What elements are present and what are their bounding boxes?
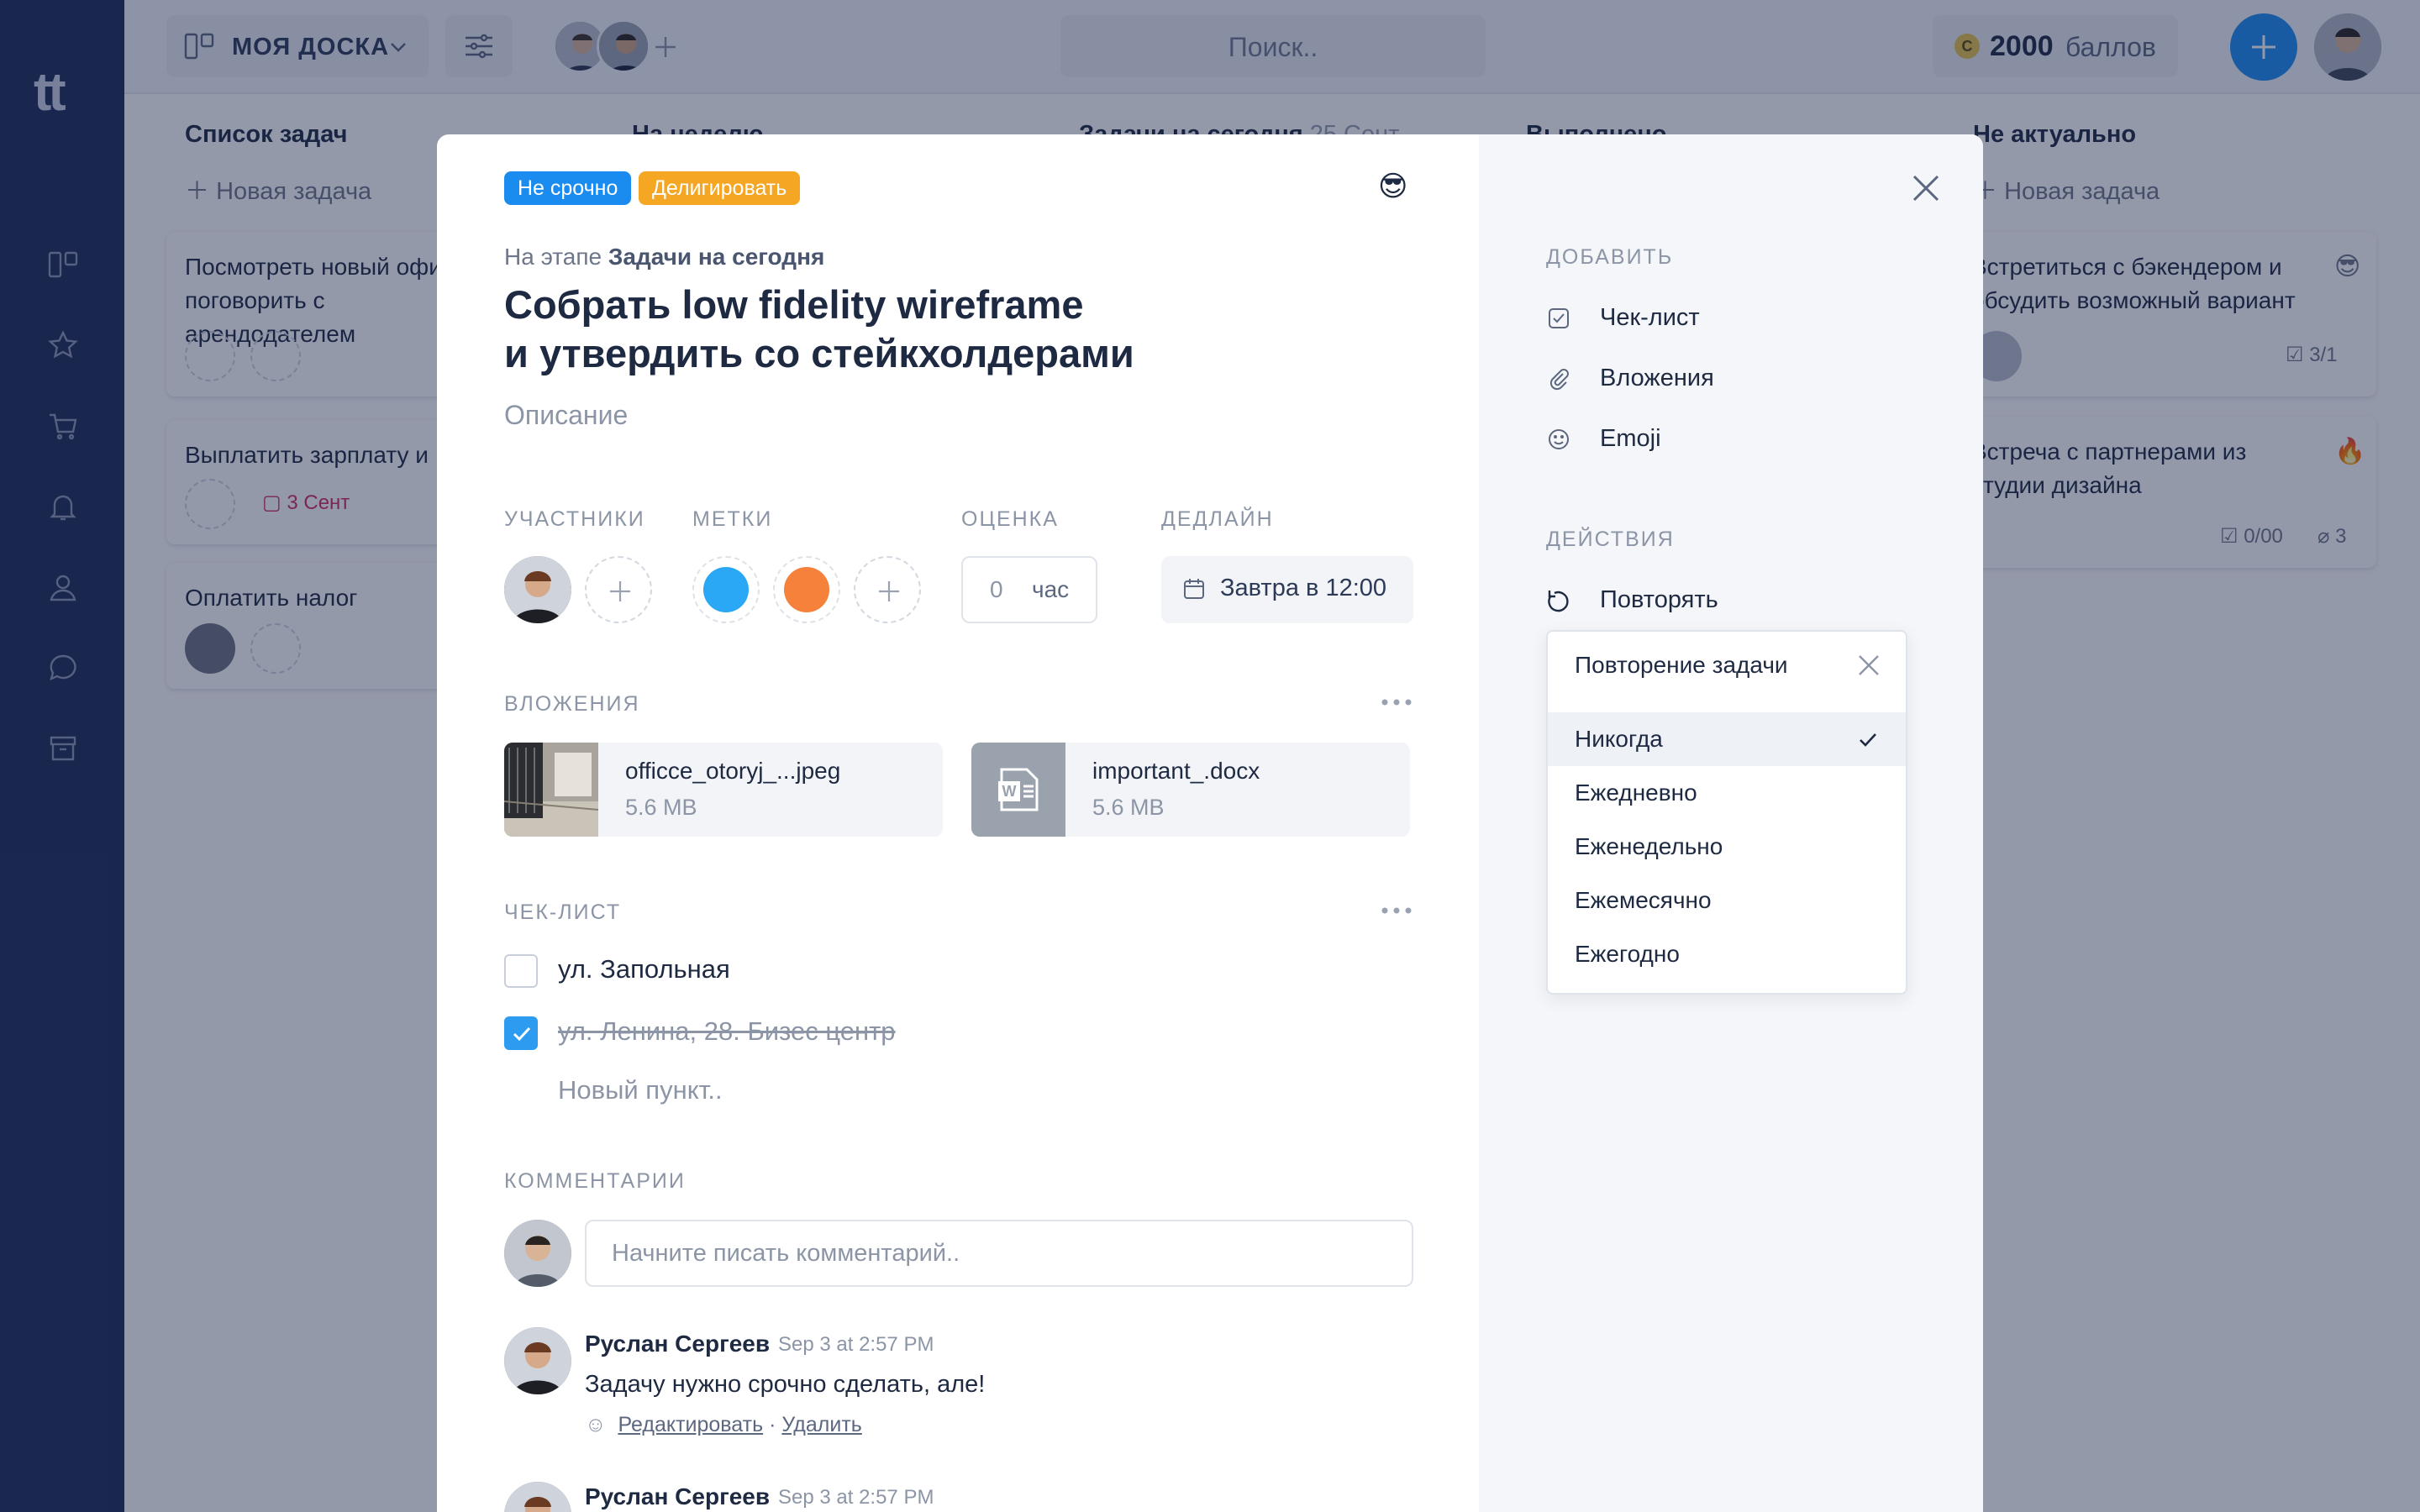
calendar-icon <box>1184 579 1204 599</box>
repeat-option-weekly[interactable]: Еженедельно <box>1548 820 1906 874</box>
task-title-line: и утвердить со стейкхолдерами <box>504 331 1134 375</box>
smile-icon <box>1549 429 1569 449</box>
attachment-name: officce_otoryj_...jpeg <box>625 758 841 784</box>
checklist-checkbox[interactable] <box>504 1016 538 1050</box>
checklist-checkbox[interactable] <box>504 954 538 988</box>
tag-color-dot <box>703 567 749 612</box>
repeat-dropdown-title: Повторение задачи <box>1575 652 1788 678</box>
task-title[interactable]: Собрать low fidelity wireframe и утвердит… <box>504 281 1395 378</box>
comment-author-avatar <box>504 1327 571 1394</box>
current-user-avatar <box>504 1220 571 1287</box>
stage-name[interactable]: Задачи на сегодня <box>608 244 824 270</box>
more-icon[interactable] <box>1380 906 1413 916</box>
repeat-option-label: Еженедельно <box>1575 833 1723 859</box>
stage-info: На этапе Задачи на сегодня <box>504 244 824 270</box>
estimate-unit: час <box>1032 576 1070 602</box>
participants-label: УЧАСТНИКИ <box>504 507 645 531</box>
task-title-line: Собрать low fidelity wireframe <box>504 282 1084 327</box>
attachment-file[interactable]: officce_otoryj_...jpeg 5.6 MB <box>504 743 943 837</box>
repeat-dropdown: Повторение задачи Никогда Ежедневно Ежен… <box>1546 630 1907 995</box>
comment-author[interactable]: Руслан Сергеев <box>585 1331 770 1357</box>
comment-time: Sep 3 at 2:57 PM <box>778 1333 934 1356</box>
add-emoji-button[interactable]: Emoji <box>1546 422 1798 459</box>
participant-avatar[interactable] <box>504 556 571 623</box>
attachment-name: important_.docx <box>1092 758 1260 784</box>
task-emoji[interactable]: 😎 <box>1378 170 1407 203</box>
comment-actions: ☺ Редактировать · Удалить <box>585 1413 862 1437</box>
close-icon[interactable] <box>1909 171 1943 205</box>
actions-section-label: ДЕЙСТВИЯ <box>1546 528 1675 551</box>
repeat-option-label: Никогда <box>1575 726 1663 752</box>
deadline-value: Завтра в 12:00 <box>1220 575 1387 601</box>
stage-prefix: На этапе <box>504 244 602 270</box>
tag-color-dot <box>784 567 829 612</box>
paperclip-icon <box>1549 369 1569 391</box>
checkbox-icon <box>1549 308 1569 328</box>
attachment-size: 5.6 MB <box>1092 795 1165 820</box>
repeat-option-yearly[interactable]: Ежегодно <box>1548 927 1906 981</box>
comment-author-avatar <box>504 1482 571 1512</box>
repeat-option-never[interactable]: Никогда <box>1548 712 1906 766</box>
description-field[interactable]: Описание <box>504 400 628 431</box>
delegate-badge[interactable]: Делигировать <box>639 171 801 205</box>
checklist-label: ЧЕК-ЛИСТ <box>504 900 622 924</box>
repeat-option-label: Ежедневно <box>1575 780 1697 806</box>
repeat-option-daily[interactable]: Ежедневно <box>1548 766 1906 820</box>
add-emoji-label: Emoji <box>1600 425 1661 452</box>
tags-label: МЕТКИ <box>692 507 773 531</box>
comment-edit-link[interactable]: Редактировать <box>618 1413 763 1436</box>
repeat-label: Повторять <box>1600 586 1718 613</box>
close-icon[interactable] <box>1855 652 1882 679</box>
check-icon <box>513 1026 531 1042</box>
more-icon[interactable] <box>1380 697 1413 707</box>
comment-delete-link[interactable]: Удалить <box>781 1413 861 1436</box>
plus-icon <box>879 581 899 601</box>
comment-placeholder: Начните писать комментарий.. <box>612 1240 960 1267</box>
repeat-option-label: Ежегодно <box>1575 941 1680 967</box>
comment-action-separator: · <box>769 1413 776 1436</box>
add-tag-button[interactable] <box>854 556 921 623</box>
word-doc-icon: W <box>971 743 1065 837</box>
deadline-button[interactable]: Завтра в 12:00 <box>1161 556 1413 623</box>
add-section-label: ДОБАВИТЬ <box>1546 245 1674 269</box>
repeat-icon <box>1548 591 1569 612</box>
check-icon <box>1860 733 1876 747</box>
comments-label: КОММЕНТАРИИ <box>504 1169 686 1193</box>
priority-badge[interactable]: Не срочно <box>504 171 632 205</box>
deadline-label: ДЕДЛАЙН <box>1161 507 1274 531</box>
add-checklist-button[interactable]: Чек-лист <box>1546 301 1798 338</box>
attachment-file[interactable]: W important_.docx 5.6 MB <box>971 743 1410 837</box>
comment-text: Задачу нужно срочно сделать, але! <box>585 1371 986 1398</box>
add-participant-button[interactable] <box>585 556 652 623</box>
repeat-button[interactable]: Повторять <box>1546 583 1798 620</box>
emoji-reaction-icon[interactable]: ☺ <box>585 1413 607 1436</box>
add-attachment-label: Вложения <box>1600 365 1714 391</box>
repeat-option-label: Ежемесячно <box>1575 887 1712 913</box>
attachment-size: 5.6 MB <box>625 795 697 820</box>
comment-author[interactable]: Руслан Сергеев <box>585 1483 770 1510</box>
estimate-input[interactable]: 0 час <box>961 556 1097 623</box>
svg-text:W: W <box>1002 783 1017 800</box>
plus-icon <box>610 581 630 601</box>
add-attachment-button[interactable]: Вложения <box>1546 361 1798 398</box>
repeat-option-monthly[interactable]: Ежемесячно <box>1548 874 1906 927</box>
tag-dot-wrapper[interactable] <box>773 556 840 623</box>
comment-input[interactable]: Начните писать комментарий.. <box>585 1220 1413 1287</box>
attachments-label: ВЛОЖЕНИЯ <box>504 692 640 716</box>
checklist-item-text[interactable]: ул. Ленина, 28. Бизес центр <box>558 1016 896 1047</box>
add-checklist-label: Чек-лист <box>1600 304 1700 331</box>
checklist-item-text[interactable]: ул. Запольная <box>558 954 730 984</box>
checklist-new-item[interactable]: Новый пункт.. <box>558 1075 723 1105</box>
image-thumbnail <box>504 743 598 837</box>
task-modal: Не срочно Делигировать 😎 На этапе Задачи… <box>437 134 1983 1512</box>
tag-dot-wrapper[interactable] <box>692 556 760 623</box>
estimate-value: 0 <box>990 576 1003 602</box>
comment-time: Sep 3 at 2:57 PM <box>778 1486 934 1509</box>
estimate-label: ОЦЕНКА <box>961 507 1059 531</box>
